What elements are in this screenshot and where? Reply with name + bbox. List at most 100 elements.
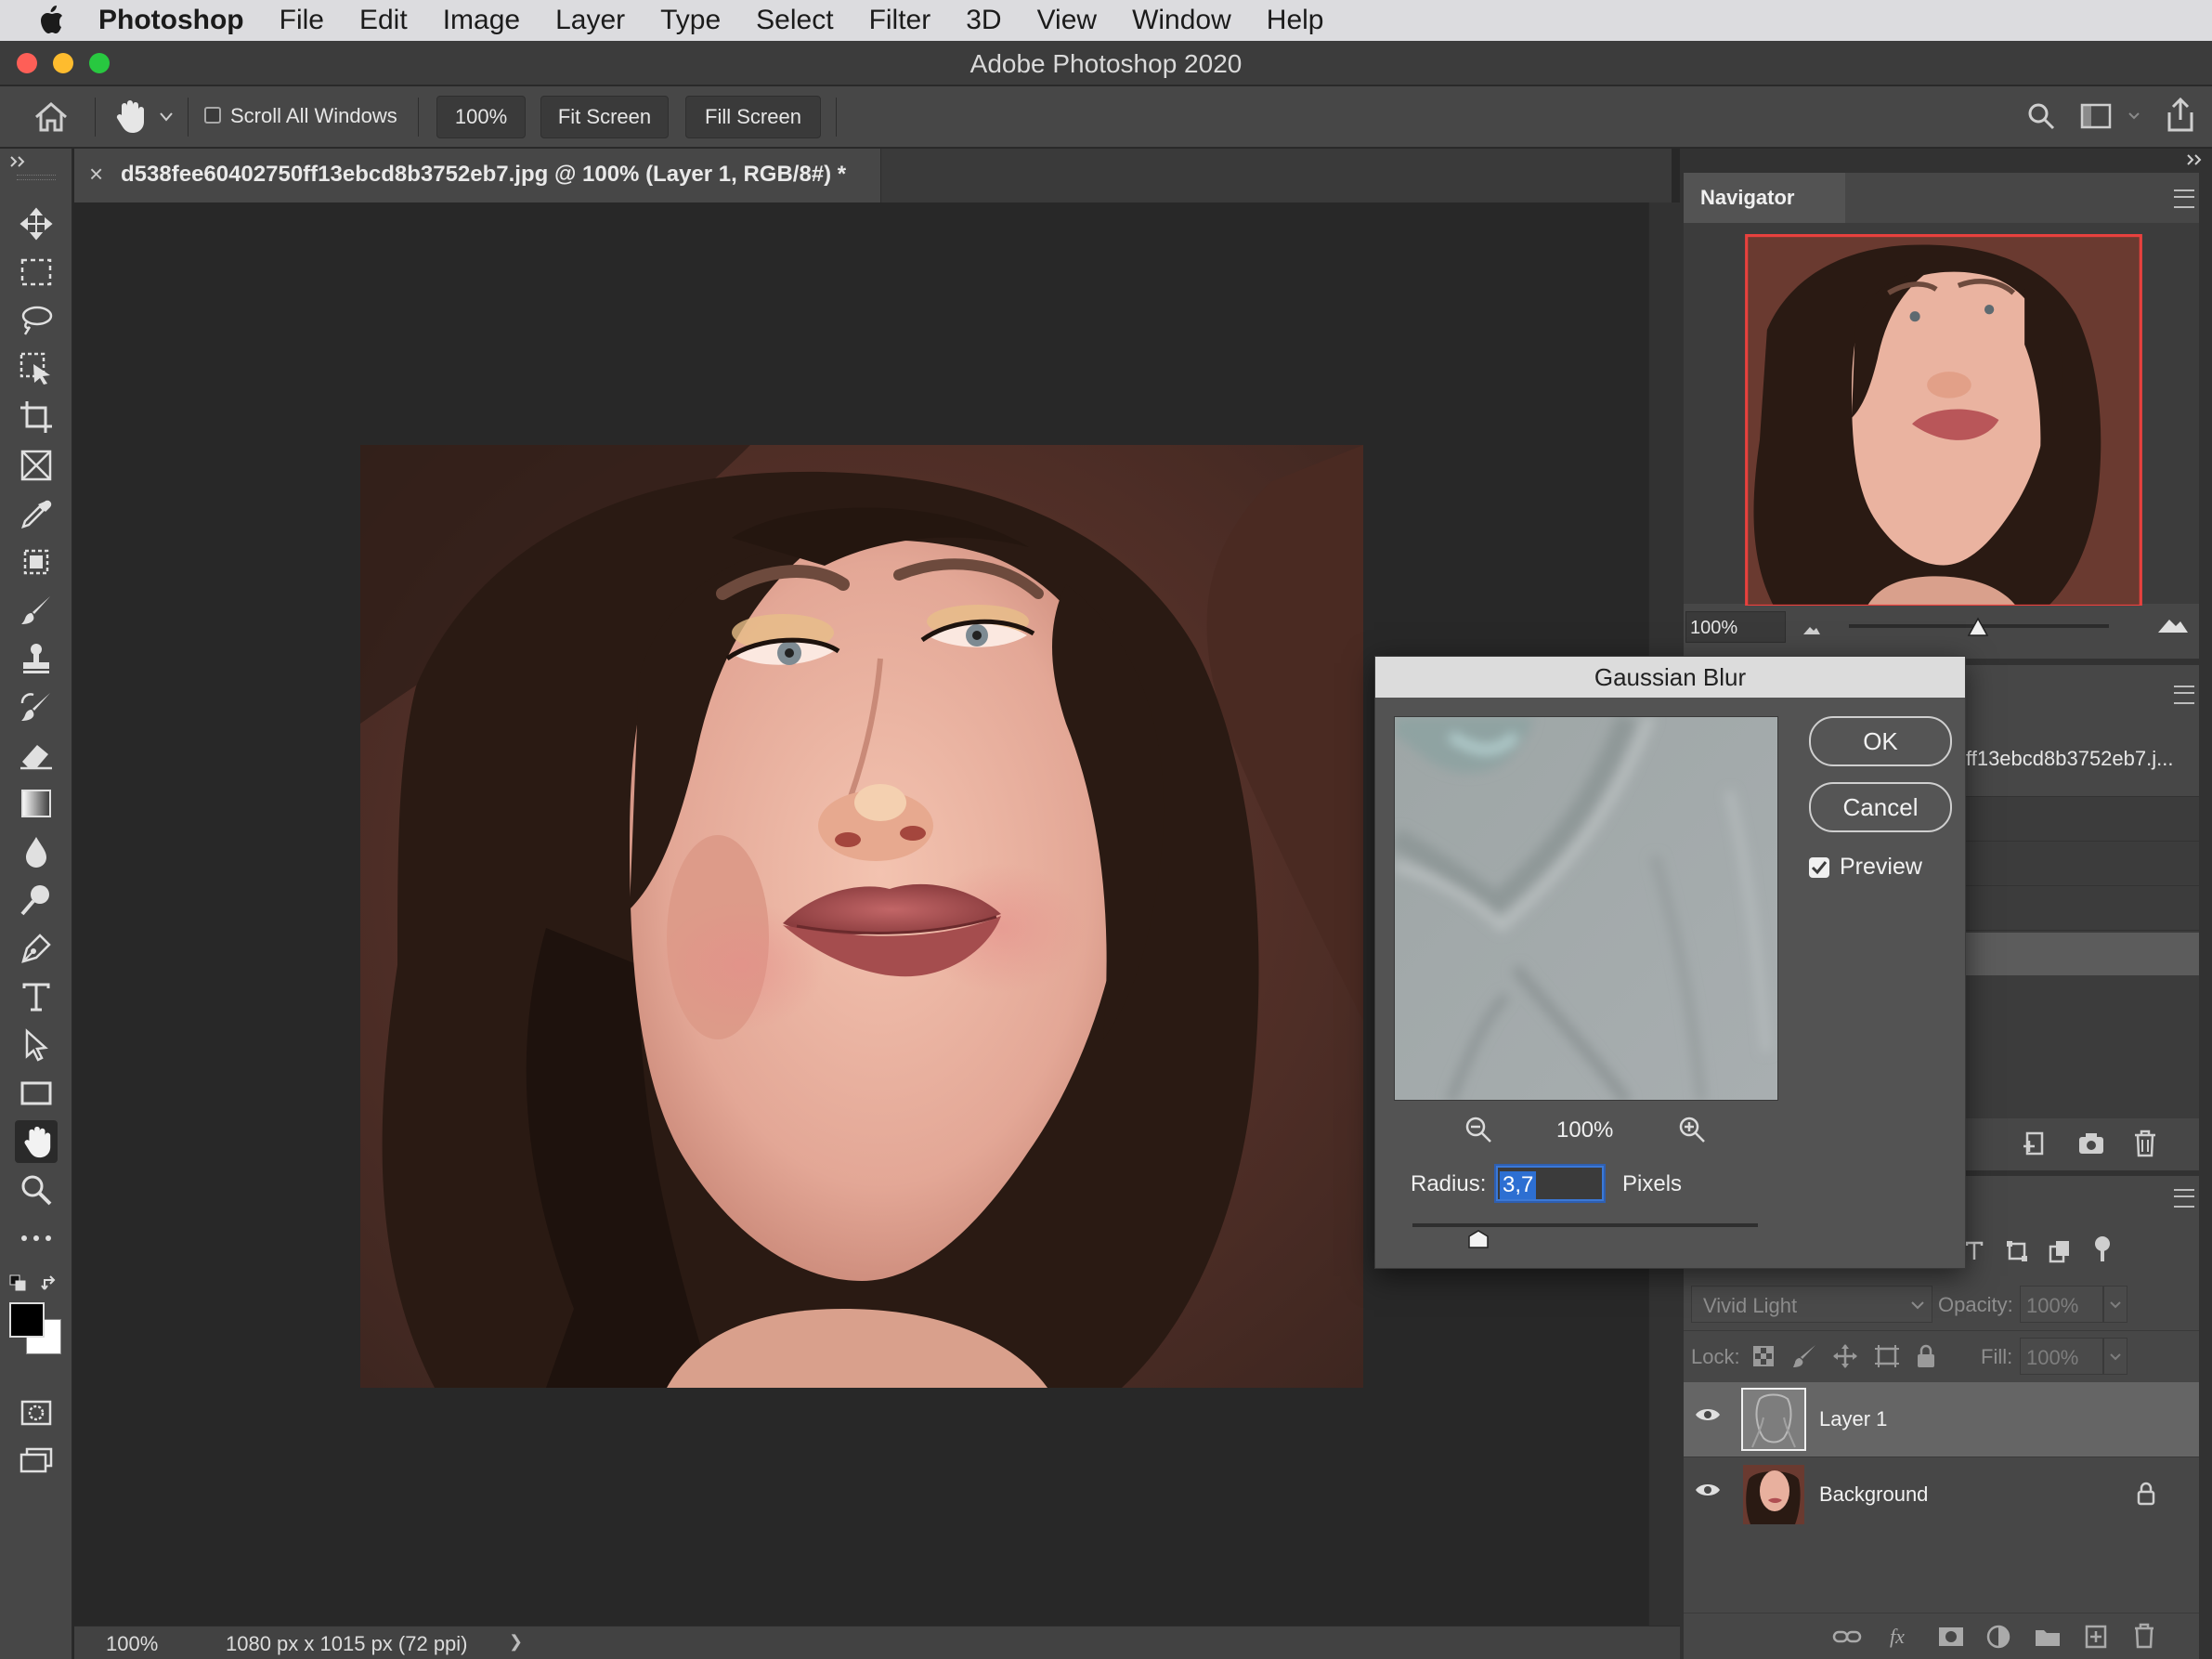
menu-help[interactable]: Help — [1267, 5, 1324, 36]
menu-type[interactable]: Type — [660, 5, 721, 36]
background-layer-name[interactable]: Background — [1819, 1483, 1928, 1507]
navigator-zoom-thumb[interactable] — [1967, 617, 1989, 637]
path-selection-tool[interactable] — [15, 1024, 58, 1066]
fit-screen-button[interactable]: Fit Screen — [540, 96, 669, 138]
preview-label[interactable]: Preview — [1840, 854, 1922, 881]
fill-field[interactable]: 100% — [2020, 1338, 2103, 1375]
default-colors-icon[interactable] — [9, 1274, 26, 1291]
adjustment-layer-icon[interactable] — [1986, 1625, 2010, 1649]
menu-3d[interactable]: 3D — [966, 5, 1001, 36]
add-mask-icon[interactable] — [1938, 1626, 1964, 1647]
lasso-tool[interactable] — [15, 299, 58, 342]
zoom-100-button[interactable]: 100% — [436, 96, 526, 138]
navigator-tab[interactable]: Navigator — [1684, 173, 1845, 223]
preview-zoom-in-icon[interactable] — [1678, 1116, 1706, 1143]
type-tool[interactable] — [15, 975, 58, 1018]
quick-mask-button[interactable] — [15, 1391, 58, 1434]
object-selection-tool[interactable] — [15, 347, 58, 390]
edit-toolbar-button[interactable] — [15, 1217, 58, 1260]
lock-all-icon[interactable] — [1916, 1343, 1936, 1369]
history-menu-icon[interactable] — [2174, 686, 2194, 704]
lock-image-pixels-icon[interactable] — [1791, 1343, 1817, 1369]
new-group-folder-icon[interactable] — [2035, 1626, 2061, 1647]
ok-button[interactable]: OK — [1809, 716, 1952, 766]
menu-filter[interactable]: Filter — [869, 5, 931, 36]
navigator-menu-icon[interactable] — [2174, 189, 2194, 208]
opacity-field[interactable]: 100% — [2020, 1286, 2103, 1323]
share-icon[interactable] — [2166, 98, 2195, 133]
fill-dropdown[interactable] — [2103, 1338, 2127, 1375]
camera-snapshot-icon[interactable] — [2077, 1131, 2105, 1156]
layer-lock-icon[interactable] — [2137, 1482, 2155, 1506]
eraser-tool[interactable] — [15, 734, 58, 777]
navigator-zoom-field[interactable]: 100% — [1685, 611, 1786, 643]
blend-mode-select[interactable]: Vivid Light — [1691, 1286, 1932, 1323]
screen-mode-button[interactable] — [15, 1440, 58, 1483]
status-zoom[interactable]: 100% — [106, 1632, 158, 1656]
layer-row-background[interactable]: Background — [1684, 1457, 2199, 1532]
hand-tool-preset-icon[interactable] — [113, 98, 145, 135]
chevron-down-icon[interactable] — [160, 112, 173, 122]
filter-shape-icon[interactable] — [2005, 1239, 2029, 1263]
new-layer-icon[interactable] — [2085, 1625, 2107, 1649]
lock-artboard-icon[interactable] — [1873, 1343, 1901, 1369]
close-document-icon[interactable]: × — [89, 160, 103, 189]
menu-edit[interactable]: Edit — [359, 5, 408, 36]
move-tool[interactable] — [15, 202, 58, 245]
clone-stamp-tool[interactable] — [15, 637, 58, 680]
layer-1-name[interactable]: Layer 1 — [1819, 1407, 1887, 1431]
scroll-all-windows-checkbox[interactable] — [204, 107, 221, 124]
filter-smart-object-icon[interactable] — [2048, 1239, 2072, 1263]
marquee-tool[interactable] — [15, 251, 58, 294]
history-trash-icon[interactable] — [2133, 1130, 2157, 1157]
menu-image[interactable]: Image — [443, 5, 520, 36]
cancel-button[interactable]: Cancel — [1809, 782, 1952, 832]
home-icon[interactable] — [33, 101, 69, 133]
blur-preview-window[interactable] — [1394, 716, 1778, 1101]
preview-zoom-out-icon[interactable] — [1464, 1116, 1492, 1143]
history-brush-tool[interactable] — [15, 686, 58, 728]
menu-layer[interactable]: Layer — [555, 5, 625, 36]
fill-screen-button[interactable]: Fill Screen — [685, 96, 821, 138]
zoom-tool[interactable] — [15, 1169, 58, 1211]
visibility-eye-icon[interactable] — [1695, 1482, 1721, 1498]
menu-select[interactable]: Select — [756, 5, 833, 36]
document-tab[interactable]: × d538fee60402750ff13ebcd8b3752eb7.jpg @… — [74, 149, 881, 202]
collapse-panels-icon[interactable] — [2186, 154, 2203, 165]
blur-tool[interactable] — [15, 830, 58, 873]
lock-transparent-pixels-icon[interactable] — [1752, 1345, 1775, 1367]
zoom-in-mountain-icon[interactable] — [2157, 617, 2189, 634]
menu-view[interactable]: View — [1037, 5, 1097, 36]
healing-tool[interactable] — [15, 541, 58, 583]
apple-icon[interactable] — [35, 4, 65, 37]
layers-menu-icon[interactable] — [2174, 1189, 2194, 1208]
search-icon[interactable] — [2026, 101, 2056, 131]
swap-colors-icon[interactable] — [41, 1274, 59, 1293]
workspace-chevron-icon[interactable] — [2128, 112, 2140, 120]
portrait-image[interactable] — [360, 445, 1363, 1388]
radius-input[interactable]: 3,7 — [1496, 1166, 1604, 1201]
filter-toggle-icon[interactable] — [2092, 1235, 2113, 1263]
rectangle-tool[interactable] — [15, 1072, 58, 1115]
layer-row-layer-1[interactable]: Layer 1 — [1684, 1382, 2199, 1457]
hand-tool[interactable] — [15, 1120, 58, 1163]
background-thumbnail[interactable] — [1743, 1465, 1804, 1524]
lock-position-icon[interactable] — [1832, 1343, 1858, 1369]
opacity-dropdown[interactable] — [2103, 1286, 2127, 1323]
menu-window[interactable]: Window — [1132, 5, 1231, 36]
status-menu-arrow[interactable]: ❯ — [509, 1632, 523, 1652]
radius-slider-track[interactable] — [1412, 1223, 1758, 1227]
filter-type-icon[interactable] — [1964, 1241, 1984, 1261]
menu-file[interactable]: File — [280, 5, 324, 36]
frame-tool[interactable] — [15, 444, 58, 487]
gradient-tool[interactable] — [15, 782, 58, 825]
eyedropper-tool[interactable] — [15, 492, 58, 535]
pen-tool[interactable] — [15, 927, 58, 970]
delete-layer-trash-icon[interactable] — [2133, 1623, 2155, 1649]
layer-style-fx-icon[interactable]: fx — [1888, 1625, 1910, 1649]
crop-tool[interactable] — [15, 396, 58, 438]
layer-1-thumbnail[interactable] — [1741, 1388, 1806, 1451]
foreground-color-swatch[interactable] — [9, 1302, 45, 1338]
brush-tool[interactable] — [15, 589, 58, 632]
dodge-tool[interactable] — [15, 879, 58, 921]
